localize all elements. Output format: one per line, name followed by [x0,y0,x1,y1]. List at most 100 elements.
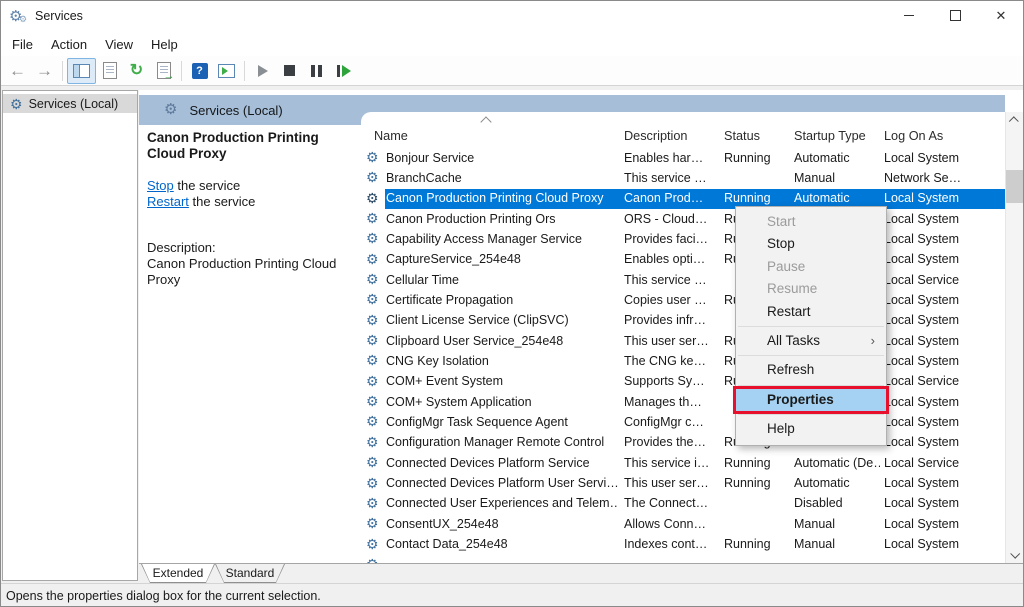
vertical-scrollbar[interactable] [1005,112,1023,563]
table-row[interactable]: ⚙Bonjour ServiceEnables har…RunningAutom… [361,148,1005,168]
table-row[interactable]: ⚙Certificate PropagationCopies user …Run… [361,290,1005,310]
properties-doc-icon [103,62,117,79]
forward-button[interactable]: → [31,59,58,83]
cell-status: Running [724,456,790,470]
maximize-button[interactable] [932,0,978,31]
tab-standard[interactable]: Standard [215,564,285,583]
table-row[interactable]: ⚙BranchCacheThis service …ManualNetwork … [361,168,1005,188]
table-row[interactable]: ⚙Connected Devices Platform ServiceThis … [361,453,1005,473]
cell-log-on-as: Local Service [884,273,1002,287]
column-header-startup-type[interactable]: Startup Type [794,129,866,143]
table-row[interactable]: ⚙COM+ System ApplicationManages th…Local… [361,392,1005,412]
cell-description: This service … [624,273,719,287]
start-service-button[interactable] [249,59,276,83]
service-title: Canon Production Printing Cloud Proxy [147,130,353,162]
column-header-description[interactable]: Description [624,129,687,143]
tree-item-services-local[interactable]: ⚙ Services (Local) [3,94,137,113]
help-button[interactable]: ? [186,59,213,83]
menu-item-label: Help [767,421,795,436]
table-row[interactable]: ⚙CNG Key IsolationThe CNG ke…RunningLoca… [361,351,1005,371]
context-menu-item-properties[interactable]: Properties [736,389,886,411]
console-tree-icon [73,64,90,78]
cell-startup-type: Automatic (De… [794,456,880,470]
show-action-pane-button[interactable] [213,59,240,83]
cell-log-on-as: Local System [884,212,1002,226]
table-row[interactable]: ⚙Connected Devices Platform User Servi…T… [361,474,1005,494]
scroll-down-button[interactable] [1006,546,1023,563]
cell-status: Running [724,537,790,551]
chevron-down-icon [1010,549,1020,559]
table-row[interactable]: ⚙Contact Data_254e48Indexes cont…Running… [361,535,1005,555]
cell-log-on-as: Local System [884,151,1002,165]
pause-service-button[interactable] [303,59,330,83]
table-row[interactable]: ⚙Client License Service (ClipSVC)Provide… [361,311,1005,331]
scroll-up-button[interactable] [1006,112,1023,129]
menu-item-label: Resume [767,281,817,296]
cell-name: ConsentUX_254e48 [386,517,619,531]
menu-item-label: Refresh [767,362,814,377]
stop-link-suffix: the service [174,178,240,193]
cell-log-on-as: Local System [884,354,1002,368]
table-row[interactable]: ⚙Canon Production Printing Cloud ProxyCa… [361,189,1005,209]
services-app-icon: ⚙⚙ [9,7,29,25]
scroll-thumb[interactable] [1006,170,1023,203]
context-menu-item-restart[interactable]: Restart [736,301,886,323]
cell-log-on-as: Local System [884,232,1002,246]
cell-name: Certificate Propagation [386,293,619,307]
table-row[interactable]: ⚙CaptureService_254e48Enables opti…Runni… [361,250,1005,270]
table-row[interactable]: ⚙ConsentUX_254e48Allows Conn…ManualLocal… [361,514,1005,534]
restart-service-button[interactable] [330,59,357,83]
cell-name: Cellular Time [386,273,619,287]
cell-description: Copies user … [624,293,719,307]
context-menu-item-resume[interactable]: Resume [736,278,886,300]
menu-separator [738,385,884,386]
tab-extended[interactable]: Extended [141,564,215,583]
cell-log-on-as: Network Se… [884,171,1002,185]
context-menu-item-refresh[interactable]: Refresh [736,359,886,381]
show-console-tree-button[interactable] [67,58,96,84]
back-button[interactable]: ← [4,59,31,83]
context-menu-item-pause[interactable]: Pause [736,256,886,278]
help-icon: ? [192,63,208,79]
context-menu-item-start[interactable]: Start [736,211,886,233]
table-row[interactable]: ⚙ConfigMgr Task Sequence AgentConfigMgr … [361,412,1005,432]
column-header-status[interactable]: Status [724,129,760,143]
cell-log-on-as: Local System [884,191,1002,205]
context-menu-item-all-tasks[interactable]: All Tasks› [736,330,886,352]
menu-item-label: All Tasks [767,333,820,348]
menubar-item-action[interactable]: Action [42,34,96,55]
menubar-item-file[interactable]: File [3,34,42,55]
table-row[interactable]: ⚙Capability Access Manager ServiceProvid… [361,229,1005,249]
menubar-item-help[interactable]: Help [142,34,187,55]
close-button[interactable]: ✕ [978,0,1024,31]
table-row[interactable]: ⚙COM+ Event SystemSupports Sy…RunningLoc… [361,372,1005,392]
context-menu-item-stop[interactable]: Stop [736,233,886,255]
menubar-item-view[interactable]: View [96,34,142,55]
column-header-log-on-as[interactable]: Log On As [884,129,943,143]
stop-service-link[interactable]: Stop [147,178,174,193]
properties-toolbar-button[interactable] [96,59,123,83]
cell-description: Canon Prod… [624,191,719,205]
chevron-up-icon [1009,116,1019,126]
cell-name: Canon Production Printing Cloud Proxy [386,191,619,205]
cell-name: Connected Devices Platform Service [386,456,619,470]
cell-description: The Connect… [624,496,719,510]
status-text: Opens the properties dialog box for the … [6,589,321,603]
table-row[interactable]: ⚙Clipboard User Service_254e48This user … [361,331,1005,351]
stop-service-button[interactable] [276,59,303,83]
cell-startup-type: Automatic [794,476,880,490]
toolbar-separator [62,61,63,81]
cell-status: Running [724,151,790,165]
table-row[interactable]: ⚙Connected User Experiences and Telem…Th… [361,494,1005,514]
table-row[interactable]: ⚙Cellular TimeThis service …Local Servic… [361,270,1005,290]
table-row[interactable]: ⚙Canon Production Printing OrsORS - Clou… [361,209,1005,229]
table-row[interactable]: ⚙Configuration Manager Remote ControlPro… [361,433,1005,453]
export-list-button[interactable] [150,59,177,83]
minimize-button[interactable] [886,0,932,31]
context-menu-item-help[interactable]: Help [736,418,886,440]
table-header: Name Description Status Startup Type Log… [361,126,1005,148]
restart-service-link[interactable]: Restart [147,194,189,209]
refresh-button[interactable]: ↻ [123,59,150,83]
service-gear-icon: ⚙ [366,374,379,388]
column-header-name[interactable]: Name [374,129,408,143]
